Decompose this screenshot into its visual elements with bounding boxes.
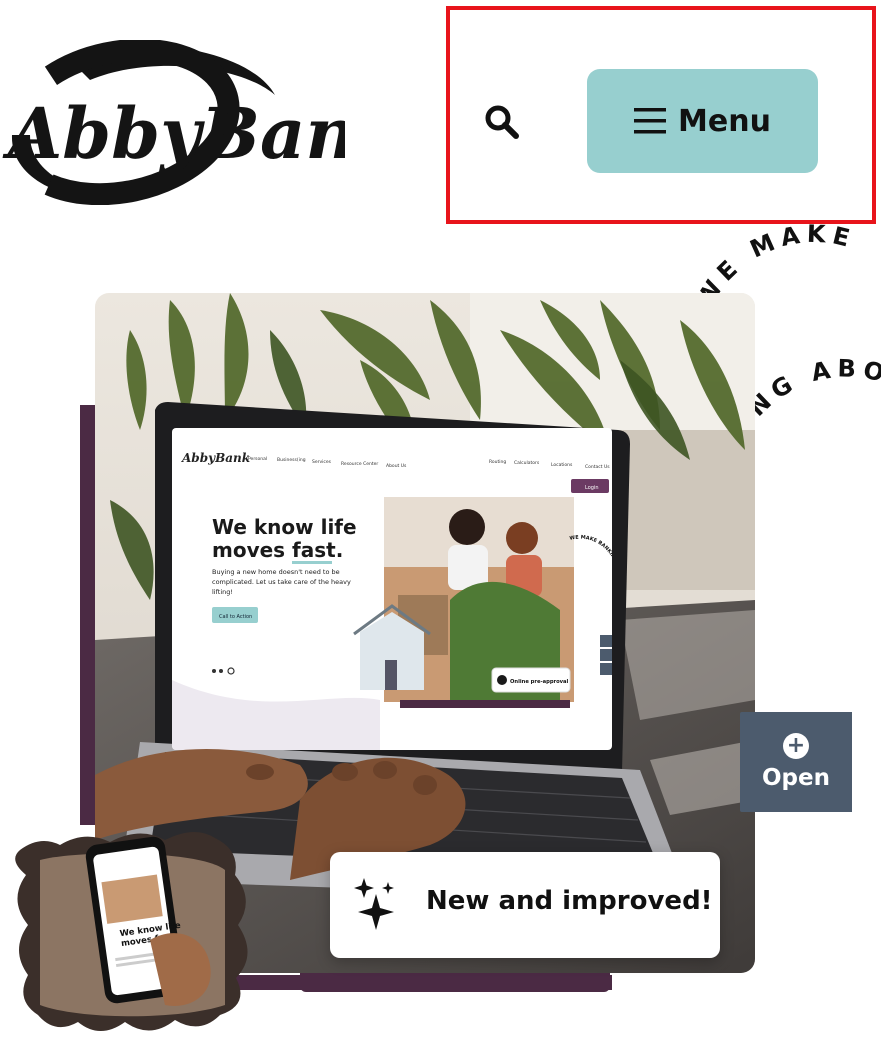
svg-text:Routing: Routing xyxy=(489,459,506,465)
abbybank-logo[interactable]: AbbyBank xyxy=(0,40,345,205)
site-header: AbbyBank Menu xyxy=(0,0,881,240)
plus-icon: + xyxy=(783,733,809,759)
logo-text: AbbyBank xyxy=(2,92,345,175)
svg-text:Buying a new home doesn't need: Buying a new home doesn't need to be xyxy=(212,568,340,576)
svg-text:Contact Us: Contact Us xyxy=(585,464,610,470)
svg-text:Personal: Personal xyxy=(248,456,267,462)
svg-text:Online pre-approval: Online pre-approval xyxy=(510,679,569,685)
badge-text: New and improved! xyxy=(426,886,713,916)
svg-text:Calculators: Calculators xyxy=(514,460,540,466)
hamburger-icon xyxy=(634,108,667,134)
open-panel-tab[interactable]: + Open xyxy=(740,712,852,812)
search-button[interactable] xyxy=(478,98,526,146)
laptop-screen: AbbyBank Personal Business(ing Services … xyxy=(172,428,612,750)
sparkles-icon xyxy=(354,878,394,930)
svg-text:Locations: Locations xyxy=(551,462,573,468)
svg-text:moves fast.: moves fast. xyxy=(212,538,343,562)
svg-text:Services: Services xyxy=(312,459,332,465)
svg-text:Login: Login xyxy=(585,485,599,491)
svg-text:We know life: We know life xyxy=(212,515,357,539)
svg-text:Business(ing: Business(ing xyxy=(277,457,306,463)
svg-text:Resource Center: Resource Center xyxy=(341,461,378,467)
new-improved-badge: New and improved! xyxy=(330,852,720,958)
svg-text:complicated. Let us take care: complicated. Let us take care of the hea… xyxy=(212,578,351,586)
menu-label: Menu xyxy=(678,103,771,139)
svg-text:AbbyBank: AbbyBank xyxy=(181,451,250,465)
svg-text:Call to Action: Call to Action xyxy=(219,614,252,620)
svg-text:lifting!: lifting! xyxy=(212,588,233,596)
search-icon xyxy=(485,105,519,139)
menu-button[interactable]: Menu xyxy=(587,69,818,173)
svg-text:About Us: About Us xyxy=(386,463,407,469)
open-label: Open xyxy=(762,765,830,791)
